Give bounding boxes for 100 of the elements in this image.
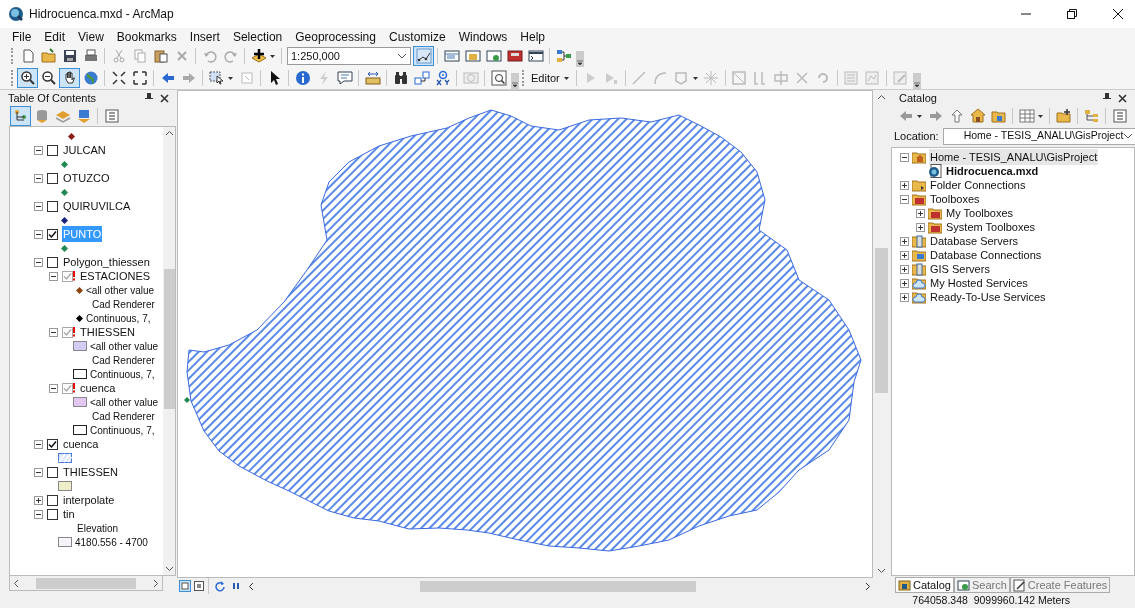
- collapse-icon[interactable]: [34, 467, 43, 477]
- toolbox-window-icon[interactable]: [506, 48, 523, 64]
- layer-name[interactable]: THIESSEN: [62, 463, 119, 481]
- scale-dropdown[interactable]: 1:250,000: [287, 47, 411, 65]
- scroll-right-icon[interactable]: [865, 581, 871, 591]
- menu-item[interactable]: Help: [520, 27, 546, 46]
- scroll-down-icon[interactable]: [876, 568, 886, 574]
- search-window-icon[interactable]: [485, 48, 502, 64]
- expand-icon[interactable]: [900, 236, 909, 246]
- checkbox[interactable]: [47, 172, 58, 184]
- collapse-icon[interactable]: [34, 509, 43, 519]
- checkbox[interactable]: [62, 326, 73, 338]
- menu-item[interactable]: Geoprocessing: [295, 27, 376, 46]
- collapse-icon[interactable]: [900, 194, 909, 204]
- layer-name[interactable]: cuenca: [62, 435, 100, 453]
- checkbox[interactable]: [47, 228, 58, 240]
- editor-toolbar-icon[interactable]: [415, 48, 432, 64]
- close-icon[interactable]: [1118, 93, 1127, 103]
- menu-item[interactable]: Windows: [458, 27, 508, 46]
- expand-icon[interactable]: [34, 495, 43, 505]
- expand-icon[interactable]: [900, 292, 909, 302]
- refresh-icon[interactable]: [214, 580, 226, 592]
- menu-item[interactable]: Bookmarks: [116, 27, 177, 46]
- globe-icon[interactable]: [82, 70, 99, 86]
- zoom-out-icon[interactable]: [40, 70, 57, 86]
- open-folder-icon[interactable]: [40, 48, 57, 64]
- scroll-up-icon[interactable]: [164, 130, 174, 136]
- collapse-icon[interactable]: [34, 201, 43, 211]
- checkbox[interactable]: [47, 508, 58, 520]
- expand-icon[interactable]: [916, 222, 925, 232]
- layer-name[interactable]: QUIRUVILCA: [62, 197, 132, 215]
- checkbox[interactable]: [47, 144, 58, 156]
- info-icon[interactable]: [294, 70, 311, 86]
- menu-item[interactable]: Insert: [189, 27, 220, 46]
- close-icon[interactable]: [1113, 9, 1123, 19]
- caret-icon[interactable]: [691, 74, 699, 82]
- pause-icon[interactable]: [230, 580, 242, 592]
- catalog-window-icon[interactable]: [464, 48, 481, 64]
- caret-icon[interactable]: [227, 74, 234, 82]
- binoculars-icon[interactable]: [392, 70, 409, 86]
- data-view-icon[interactable]: [193, 580, 205, 592]
- save-icon[interactable]: [61, 48, 78, 64]
- scroll-up-icon[interactable]: [876, 94, 886, 100]
- scroll-left-icon[interactable]: [13, 578, 19, 588]
- caret-icon[interactable]: [916, 112, 923, 120]
- measure-icon[interactable]: [364, 70, 381, 86]
- layer-name[interactable]: JULCAN: [62, 141, 107, 159]
- dock-tab[interactable]: Search: [953, 577, 1010, 593]
- checkbox[interactable]: [47, 200, 58, 212]
- restore-icon[interactable]: [1067, 9, 1077, 19]
- add-data-icon[interactable]: [250, 48, 267, 64]
- list-by-drawing-order-icon[interactable]: [12, 108, 29, 124]
- select-features-icon[interactable]: [208, 70, 225, 86]
- expand-icon[interactable]: [900, 278, 909, 288]
- collapse-icon[interactable]: [34, 173, 43, 183]
- scroll-left-icon[interactable]: [248, 581, 254, 591]
- layer-name[interactable]: OTUZCO: [62, 169, 111, 187]
- catalog-item[interactable]: Home - TESIS_ANALU\GisProject: [929, 148, 1099, 166]
- magnifier-window-icon[interactable]: [490, 70, 507, 86]
- options-list-icon[interactable]: [103, 108, 120, 124]
- checkbox[interactable]: [47, 466, 58, 478]
- checkbox[interactable]: [62, 270, 73, 282]
- checkbox[interactable]: [62, 382, 73, 394]
- scrollbar-thumb[interactable]: [420, 580, 696, 592]
- editor-menu[interactable]: Editor: [528, 69, 573, 87]
- collapse-icon[interactable]: [49, 327, 58, 337]
- menu-item[interactable]: Customize: [388, 27, 446, 46]
- expand-icon[interactable]: [900, 264, 909, 274]
- collapse-icon[interactable]: [900, 152, 909, 162]
- scrollbar-thumb[interactable]: [874, 248, 888, 393]
- popup-icon[interactable]: [336, 70, 353, 86]
- menu-item[interactable]: Selection: [232, 27, 283, 46]
- expand-icon[interactable]: [916, 208, 925, 218]
- overflow-icon[interactable]: [912, 73, 921, 89]
- scrollbar-thumb[interactable]: [36, 577, 136, 589]
- model-builder-icon[interactable]: [555, 48, 572, 64]
- layout-view-icon[interactable]: [179, 580, 191, 592]
- scroll-right-icon[interactable]: [153, 578, 159, 588]
- checkbox[interactable]: [47, 494, 58, 506]
- caret-icon[interactable]: [269, 52, 276, 60]
- expand-icon[interactable]: [900, 180, 909, 190]
- star-burst-icon[interactable]: [703, 70, 720, 86]
- dock-tab[interactable]: Catalog: [895, 577, 954, 593]
- overflow-icon[interactable]: [576, 51, 584, 67]
- menu-item[interactable]: View: [78, 27, 104, 46]
- collapse-icon[interactable]: [49, 271, 58, 281]
- home-icon[interactable]: [969, 108, 986, 124]
- checkbox[interactable]: [47, 438, 58, 450]
- print-icon[interactable]: [82, 48, 99, 64]
- collapse-icon[interactable]: [34, 229, 43, 239]
- dock-tab[interactable]: Create Features: [1009, 577, 1111, 593]
- location-dropdown[interactable]: Home - TESIS_ANALU\GisProject: [942, 127, 1135, 145]
- menu-item[interactable]: File: [12, 27, 32, 46]
- close-icon[interactable]: [160, 93, 169, 103]
- layer-name[interactable]: THIESSEN: [79, 323, 136, 341]
- paste-icon[interactable]: [152, 48, 169, 64]
- time-slider-icon[interactable]: [462, 70, 479, 86]
- fixed-zoom-out-icon[interactable]: [131, 70, 148, 86]
- new-folder-icon[interactable]: [1055, 108, 1072, 124]
- caret-icon[interactable]: [1037, 112, 1044, 120]
